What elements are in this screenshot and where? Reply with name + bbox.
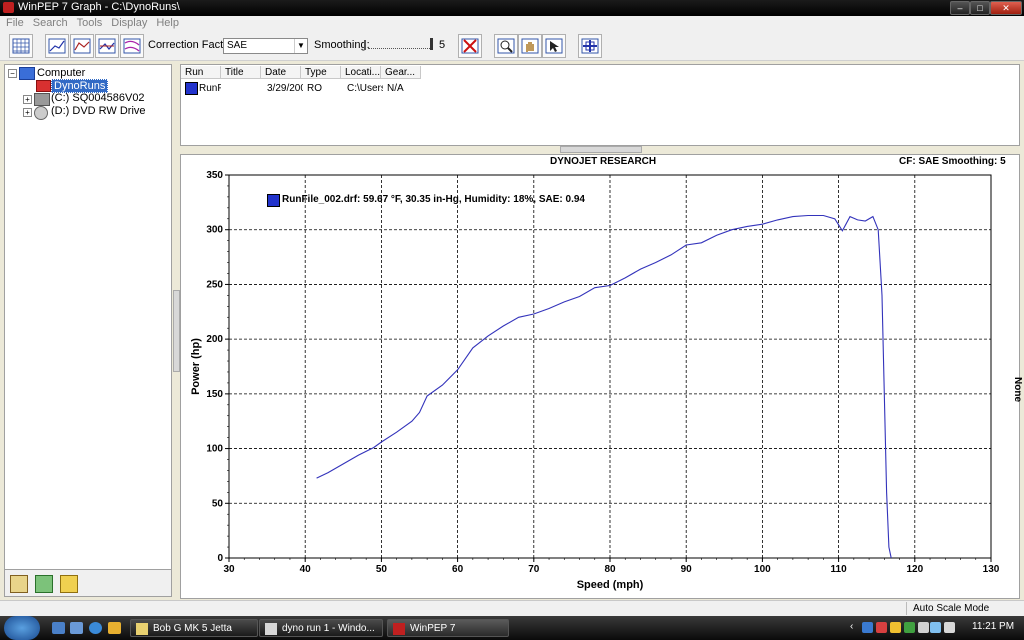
taskbar-item-label: Bob G MK 5 Jetta bbox=[153, 623, 232, 634]
taskbar-item-label: dyno run 1 - Windo... bbox=[282, 623, 375, 634]
y-tick-label: 200 bbox=[206, 334, 223, 345]
tray-expand-icon[interactable]: ‹ bbox=[850, 621, 853, 632]
photo-viewer-icon bbox=[265, 623, 277, 635]
taskbar: Bob G MK 5 Jetta dyno run 1 - Windo... W… bbox=[0, 616, 1024, 640]
internet-explorer-icon[interactable] bbox=[89, 622, 102, 634]
x-tick-label: 70 bbox=[528, 564, 540, 575]
tray-icon[interactable] bbox=[918, 622, 929, 633]
tray-icon[interactable] bbox=[876, 622, 887, 633]
x-tick-label: 90 bbox=[681, 564, 693, 575]
legend-swatch bbox=[267, 194, 280, 207]
legend-entry: RunFile_002.drf: 59.67 °F, 30.35 in-Hg, … bbox=[282, 194, 585, 205]
media-player-icon[interactable] bbox=[108, 622, 121, 634]
x-tick-label: 100 bbox=[754, 564, 771, 575]
status-bar: Auto Scale Mode bbox=[0, 600, 1024, 617]
network-icon[interactable] bbox=[930, 622, 941, 633]
x-tick-label: 80 bbox=[604, 564, 616, 575]
x-tick-label: 50 bbox=[376, 564, 388, 575]
taskbar-item[interactable]: dyno run 1 - Windo... bbox=[259, 619, 383, 637]
y-axis-label: Power (hp) bbox=[190, 338, 202, 395]
status-mode: Auto Scale Mode bbox=[906, 602, 1024, 615]
start-button[interactable] bbox=[4, 616, 40, 640]
x-tick-label: 130 bbox=[983, 564, 1000, 575]
y-tick-label: 350 bbox=[206, 170, 223, 181]
x-tick-label: 120 bbox=[906, 564, 923, 575]
tray-icon[interactable] bbox=[890, 622, 901, 633]
x-tick-label: 60 bbox=[452, 564, 464, 575]
tray-icon[interactable] bbox=[862, 622, 873, 633]
x-tick-label: 40 bbox=[300, 564, 312, 575]
switch-windows-icon[interactable] bbox=[70, 622, 83, 634]
y-tick-label: 50 bbox=[212, 498, 224, 509]
x-tick-label: 30 bbox=[223, 564, 235, 575]
taskbar-item[interactable]: Bob G MK 5 Jetta bbox=[130, 619, 258, 637]
y-tick-label: 100 bbox=[206, 444, 223, 455]
show-desktop-icon[interactable] bbox=[52, 622, 65, 634]
taskbar-item-label: WinPEP 7 bbox=[410, 623, 456, 634]
tray-icon[interactable] bbox=[904, 622, 915, 633]
y-tick-label: 250 bbox=[206, 279, 223, 290]
volume-icon[interactable] bbox=[944, 622, 955, 633]
winpep-app-icon bbox=[393, 623, 405, 635]
y-tick-label: 150 bbox=[206, 389, 223, 400]
x-axis-label: Speed (mph) bbox=[577, 579, 644, 591]
dyno-chart[interactable]: 30 40 50 60 70 80 90 100 110 120 130 0 50 100 150 200 25… bbox=[0, 0, 1024, 640]
system-clock: 11:21 PM bbox=[972, 621, 1015, 632]
y-tick-label: 300 bbox=[206, 225, 223, 236]
document-icon bbox=[136, 623, 148, 635]
x-tick-label: 110 bbox=[831, 564, 848, 575]
y-tick-label: 0 bbox=[217, 553, 223, 564]
taskbar-item-active[interactable]: WinPEP 7 bbox=[387, 619, 509, 637]
